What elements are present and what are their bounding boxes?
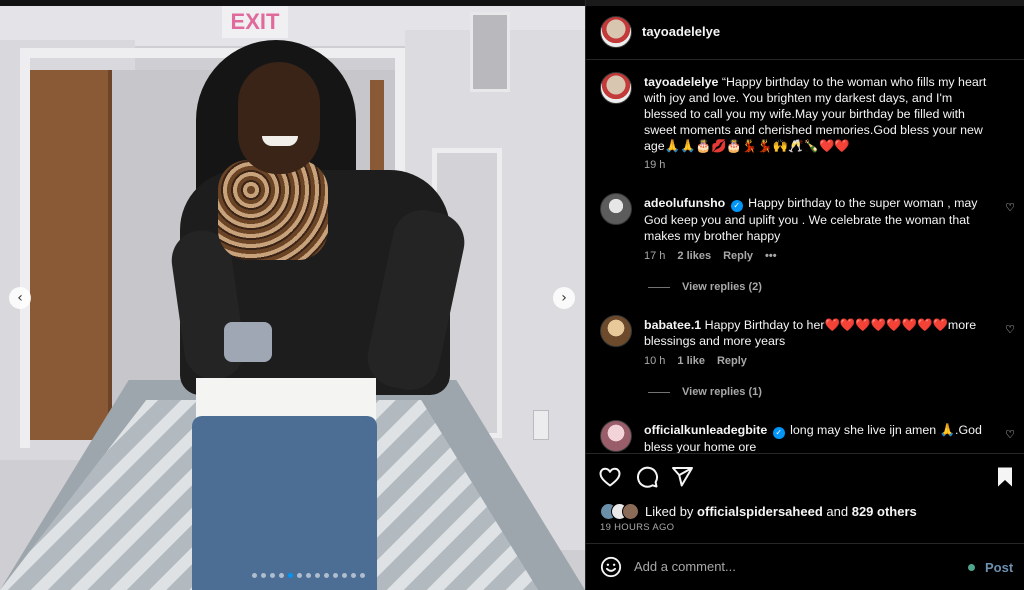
carousel-dot [342, 573, 347, 578]
more-options-icon[interactable]: ••• [765, 250, 777, 262]
like-comment-heart-icon[interactable]: ♡ [1005, 201, 1015, 214]
comment-input[interactable] [634, 559, 954, 574]
like-comment-heart-icon[interactable]: ♡ [1005, 428, 1015, 441]
carousel-dot [252, 573, 257, 578]
liked-by-text: Liked by officialspidersaheed and 829 ot… [645, 504, 917, 519]
smile [262, 136, 298, 146]
liked-by-and: and [826, 504, 849, 519]
caption-meta: 19 h [644, 159, 665, 171]
caption-avatar[interactable] [600, 72, 632, 104]
view-replies-button[interactable]: View replies (2) [648, 281, 762, 293]
comment-text: babatee.1 Happy Birthday to her❤️❤️❤️❤️❤… [644, 317, 984, 349]
comment-text: officialkunleadegbite ✓ long may she liv… [644, 422, 984, 453]
status-dot-icon [968, 564, 975, 571]
face [238, 62, 320, 174]
comment-likes[interactable]: 1 like [677, 355, 705, 367]
carousel-dot-active [288, 573, 293, 578]
comment-meta: 17 h 2 likes Reply ••• [644, 250, 777, 262]
person [0, 0, 585, 590]
carousel-dot [270, 573, 275, 578]
caption-time[interactable]: 19 h [644, 159, 665, 171]
leopard-scarf [218, 160, 328, 260]
liked-by-prefix: Liked by [645, 504, 694, 519]
comment-meta: 10 h 1 like Reply [644, 355, 747, 367]
carousel-dot [315, 573, 320, 578]
comment-time[interactable]: 10 h [644, 355, 665, 367]
post-image[interactable]: EXIT ‹ › [0, 0, 585, 590]
verified-icon: ✓ [730, 200, 743, 212]
reply-button[interactable]: Reply [717, 355, 747, 367]
commenter-username[interactable]: babatee.1 [644, 318, 701, 332]
emoji-smiley-icon[interactable] [600, 556, 622, 578]
post-comment-button[interactable]: Post [985, 560, 1013, 575]
view-replies-label: View replies (1) [682, 386, 762, 398]
commenter-avatar[interactable] [600, 315, 632, 347]
liked-by-user[interactable]: officialspidersaheed [697, 504, 823, 519]
liked-by: Liked by officialspidersaheed and 829 ot… [600, 503, 917, 520]
comment-time[interactable]: 17 h [644, 250, 665, 262]
commenter-username[interactable]: officialkunleadegbite [644, 423, 767, 437]
post-timestamp[interactable]: 19 HOURS AGO [600, 522, 674, 533]
carousel-dot [297, 573, 302, 578]
commenter-avatar[interactable] [600, 420, 632, 452]
previous-image-button[interactable]: ‹ [9, 287, 31, 309]
comment-text: adeolufunsho ✓ Happy birthday to the sup… [644, 195, 984, 244]
commenter-username[interactable]: adeolufunsho [644, 196, 725, 210]
jeans [192, 416, 377, 590]
view-replies-label: View replies (2) [682, 281, 762, 293]
likes-count[interactable]: 829 others [852, 504, 917, 519]
carousel-dot [351, 573, 356, 578]
author-username[interactable]: tayoadelelye [642, 24, 720, 39]
save-bookmark-icon[interactable] [993, 465, 1017, 489]
author-avatar[interactable] [600, 16, 632, 48]
like-heart-icon[interactable] [598, 465, 622, 489]
view-replies-button[interactable]: View replies (1) [648, 386, 762, 398]
carousel-dot [324, 573, 329, 578]
share-icon[interactable] [670, 465, 694, 489]
top-strip [586, 0, 1024, 6]
reply-line [648, 286, 670, 288]
next-image-button[interactable]: › [553, 287, 575, 309]
comment-icon[interactable] [635, 465, 659, 489]
carousel-dot [306, 573, 311, 578]
like-comment-heart-icon[interactable]: ♡ [1005, 323, 1015, 336]
caption-username[interactable]: tayoadelelye [644, 75, 718, 89]
reply-line [648, 391, 670, 393]
actions-divider [586, 453, 1024, 454]
liker-avatar [622, 503, 639, 520]
carousel-dot [261, 573, 266, 578]
carousel-dot [333, 573, 338, 578]
phone [224, 322, 272, 362]
top-strip [0, 0, 585, 6]
carousel-dots [252, 573, 365, 578]
verified-icon: ✓ [772, 427, 785, 439]
reply-button[interactable]: Reply [723, 250, 753, 262]
comment-box-divider [586, 543, 1024, 544]
comments-list[interactable]: tayoadelelye “Happy birthday to the woma… [586, 60, 1024, 453]
commenter-avatar[interactable] [600, 193, 632, 225]
post-side-panel: tayoadelelye tayoadelelye “Happy birthda… [585, 0, 1024, 590]
comment-likes[interactable]: 2 likes [677, 250, 711, 262]
carousel-dot [279, 573, 284, 578]
carousel-dot [360, 573, 365, 578]
caption-text: tayoadelelye “Happy birthday to the woma… [644, 74, 994, 154]
